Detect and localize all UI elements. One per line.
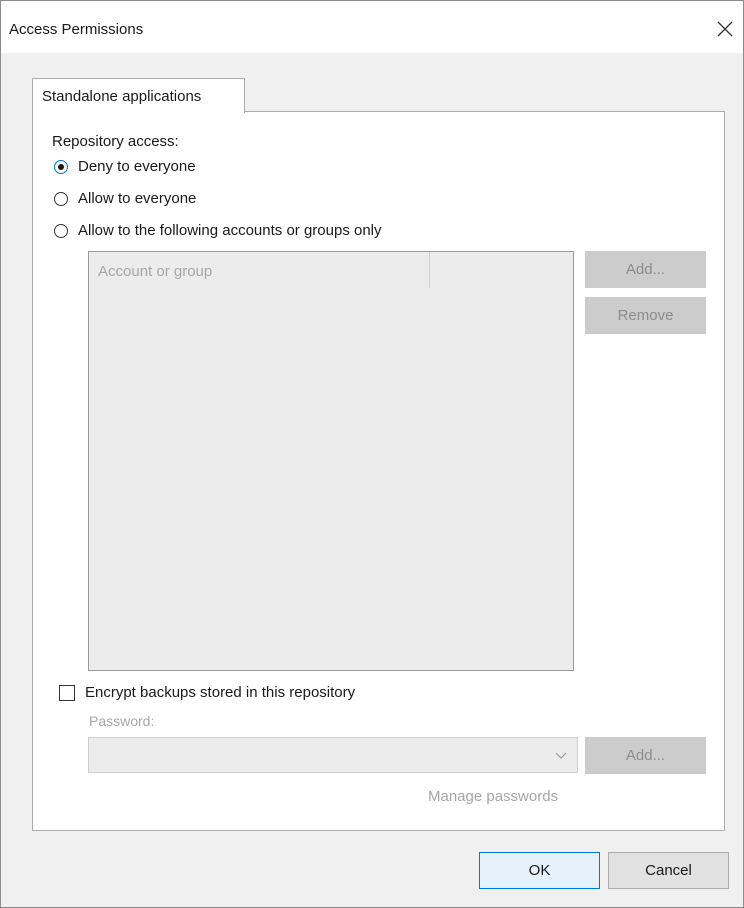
radio-label: Deny to everyone [78,158,196,175]
chevron-down-icon [555,752,567,759]
remove-account-button[interactable]: Remove [585,297,706,334]
radio-button[interactable] [54,191,68,206]
encrypt-backups-label: Encrypt backups stored in this repositor… [85,684,356,701]
manage-passwords-link[interactable]: Manage passwords [428,788,558,805]
list-header: Account or group [89,252,573,290]
tab-standalone-applications[interactable]: Standalone applications [32,78,245,113]
encrypt-backups-option[interactable]: Encrypt backups stored in this repositor… [59,684,355,701]
ok-button[interactable]: OK [479,852,600,889]
close-button[interactable] [707,11,743,47]
add-account-button[interactable]: Add... [585,251,706,288]
close-icon [717,21,733,37]
accounts-list[interactable]: Account or group [88,251,574,671]
tab-label: Standalone applications [42,88,202,105]
radio-allow-to-everyone[interactable]: Allow to everyone [54,190,196,207]
window-title: Access Permissions [9,21,144,38]
column-header-account-or-group[interactable]: Account or group [98,263,212,280]
repository-access-label: Repository access: [52,133,179,150]
radio-button[interactable] [54,223,68,238]
radio-allow-specific-accounts[interactable]: Allow to the following accounts or group… [54,222,382,239]
access-permissions-dialog: Access Permissions Standalone applicatio… [0,0,744,908]
title-bar: Access Permissions [1,1,743,53]
password-label: Password: [89,713,155,729]
radio-label: Allow to the following accounts or group… [78,222,382,239]
radio-deny-to-everyone[interactable]: Deny to everyone [54,158,196,175]
password-dropdown[interactable] [88,737,578,773]
encrypt-backups-checkbox[interactable] [59,684,75,701]
radio-button-checked[interactable] [54,159,68,174]
add-password-button[interactable]: Add... [585,737,706,774]
radio-label: Allow to everyone [78,190,197,207]
cancel-button[interactable]: Cancel [608,852,729,889]
column-divider[interactable] [429,252,430,288]
